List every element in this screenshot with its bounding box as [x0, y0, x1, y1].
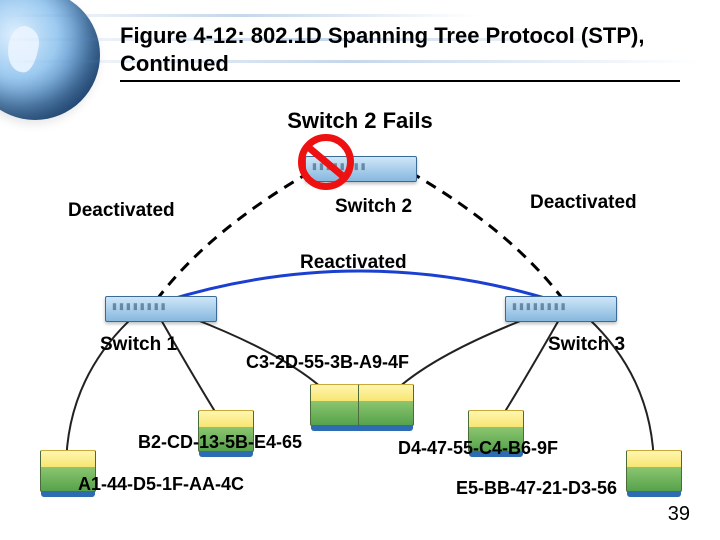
mac-right-low: E5-BB-47-21-D3-56 — [456, 478, 617, 499]
label-deactivated-right: Deactivated — [530, 192, 637, 214]
host-center-right — [358, 384, 414, 426]
mac-center: C3-2D-55-3B-A9-4F — [246, 352, 409, 373]
label-reactivated: Reactivated — [300, 252, 407, 274]
mac-left-mid: B2-CD-13-5B-E4-65 — [138, 432, 302, 453]
mac-left-low: A1-44-D5-1F-AA-4C — [78, 474, 244, 495]
label-switch-1: Switch 1 — [100, 334, 177, 356]
label-switch-2: Switch 2 — [335, 196, 412, 218]
label-switch-3: Switch 3 — [548, 334, 625, 356]
page-number: 39 — [668, 503, 690, 526]
failure-icon — [298, 134, 354, 190]
mac-right-mid: D4-47-55-C4-B6-9F — [398, 438, 558, 459]
label-deactivated-left: Deactivated — [68, 200, 175, 222]
switch-3 — [505, 296, 617, 322]
host-right-1 — [626, 450, 682, 492]
switch-1 — [105, 296, 217, 322]
